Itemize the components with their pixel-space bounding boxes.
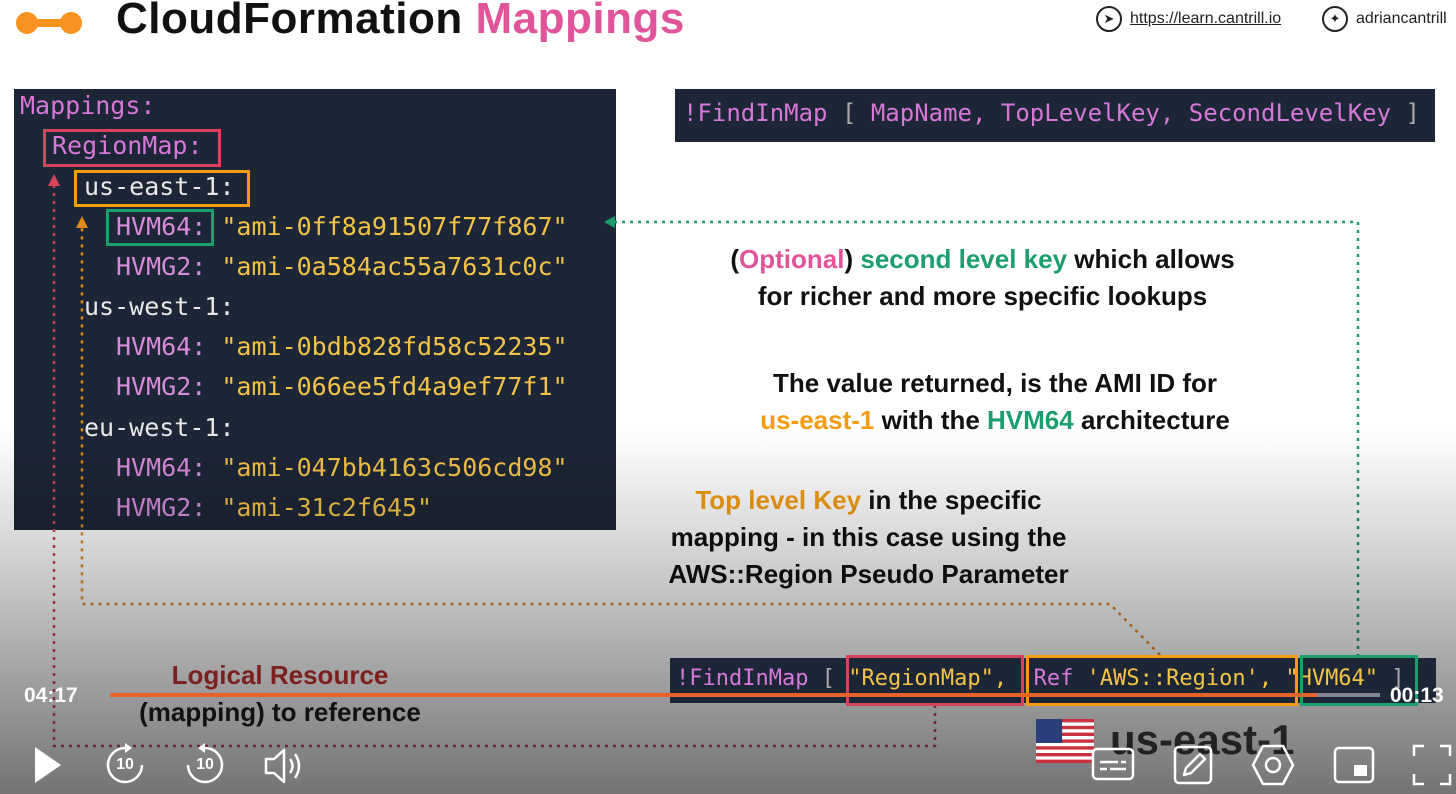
picture-in-picture-button[interactable]: [1332, 744, 1376, 786]
pencil-icon: [1173, 745, 1213, 785]
notes-button[interactable]: [1172, 744, 1216, 786]
example-region-box: [1026, 655, 1298, 706]
progress-fill: [110, 693, 1317, 697]
captions-icon: [1091, 747, 1135, 781]
gear-icon: [1251, 744, 1295, 786]
value-arch: HVM64: [987, 405, 1074, 435]
orange-arrowhead: [76, 216, 88, 228]
fullscreen-icon: [1412, 744, 1452, 786]
volume-icon: [264, 748, 301, 784]
top-rest3: AWS::Region Pseudo Parameter: [668, 559, 1069, 589]
top-level-note: Top level Key in the specific mapping - …: [646, 482, 1091, 593]
logical-resource-rest: (mapping) to reference: [139, 697, 421, 727]
elapsed-time: 04:17: [24, 684, 78, 707]
value-end: architecture: [1080, 405, 1230, 435]
remaining-time: 00:13: [1390, 684, 1444, 707]
example-open-bracket: [: [821, 666, 835, 691]
value-region: us-east-1: [760, 405, 875, 435]
fullscreen-button[interactable]: [1410, 742, 1454, 788]
skip-back-button[interactable]: 10: [104, 742, 146, 788]
optional-rest-line2: for richer and more specific lookups: [757, 281, 1208, 311]
play-button[interactable]: [24, 740, 68, 790]
top-level-key-text: Top level Key: [695, 485, 862, 515]
us-flag-icon: [1036, 719, 1094, 763]
captions-button[interactable]: [1090, 744, 1136, 784]
optional-word: Optional: [739, 244, 845, 274]
optional-note: (Optional) second level key which allows…: [700, 241, 1265, 315]
optional-paren-close: ): [844, 244, 854, 274]
second-level-key-text: second level key: [860, 244, 1068, 274]
example-fn: !FindInMap: [676, 666, 809, 691]
top-rest1: in the specific: [868, 485, 1042, 515]
example-regionmap-box: [846, 655, 1024, 706]
green-arrowhead: [604, 216, 615, 228]
top-rest2: mapping - in this case using the: [670, 522, 1067, 552]
play-icon: [35, 747, 61, 783]
skip-forward-label: 10: [196, 756, 214, 773]
logical-resource-title: Logical Resource: [171, 660, 389, 690]
settings-button[interactable]: [1250, 742, 1296, 788]
value-line1: The value returned, is the AMI ID for: [773, 368, 1217, 398]
red-arrowhead: [48, 174, 60, 186]
value-note: The value returned, is the AMI ID for us…: [715, 365, 1275, 439]
skip-back-label: 10: [116, 756, 134, 773]
volume-button[interactable]: [262, 744, 310, 788]
skip-forward-button[interactable]: 10: [184, 742, 226, 788]
progress-bar[interactable]: [110, 693, 1380, 697]
value-mid: with the: [881, 405, 980, 435]
optional-rest-line1: which allows: [1074, 244, 1235, 274]
optional-paren-open: (: [730, 244, 740, 274]
picture-in-picture-icon: [1333, 746, 1375, 784]
